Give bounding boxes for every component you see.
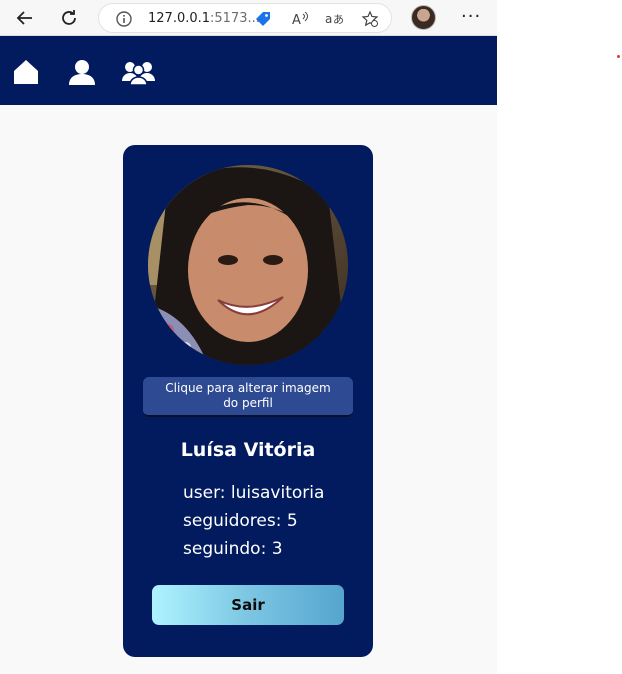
profile-following: seguindo: 3 (183, 539, 283, 559)
address-bar[interactable]: 127.0.0.1:5173... A a あ (98, 3, 392, 33)
svg-text:A: A (292, 13, 301, 28)
translate-icon[interactable]: a あ (325, 10, 343, 28)
profile-photo[interactable] (148, 165, 348, 365)
profile-avatar[interactable] (411, 5, 436, 30)
home-icon[interactable] (13, 59, 39, 85)
logout-button[interactable]: Sair (152, 585, 344, 625)
users-icon[interactable] (122, 59, 155, 85)
profile-card: Clique para alterar imagem do perfil Luí… (123, 145, 373, 657)
app-navbar (0, 36, 497, 105)
profile-info: user: luisavitoria seguidores: 5 seguind… (183, 479, 324, 563)
back-arrow-icon[interactable] (15, 8, 35, 28)
change-profile-image-button[interactable]: Clique para alterar imagem do perfil (143, 377, 353, 417)
more-icon[interactable]: ··· (461, 6, 481, 27)
browser-toolbar: 127.0.0.1:5173... A a あ ··· (0, 0, 497, 36)
svg-text:あ: あ (333, 13, 343, 26)
tag-icon[interactable] (254, 10, 272, 28)
main-content: Clique para alterar imagem do perfil Luí… (0, 105, 497, 674)
profile-username: user: luisavitoria (183, 483, 325, 503)
url-host: 127.0.0.1 (148, 11, 211, 26)
read-aloud-icon[interactable]: A (291, 10, 309, 28)
notification-dot (617, 55, 620, 58)
profile-name: Luísa Vitória (180, 439, 316, 461)
refresh-icon[interactable] (59, 8, 79, 28)
svg-text:a: a (325, 12, 332, 26)
url-text[interactable]: 127.0.0.1:5173... (148, 11, 260, 26)
favorite-icon[interactable] (361, 10, 379, 28)
info-icon[interactable] (115, 10, 133, 28)
user-icon[interactable] (68, 59, 96, 85)
url-rest: :5173... (210, 11, 260, 26)
profile-followers: seguidores: 5 (183, 511, 298, 531)
